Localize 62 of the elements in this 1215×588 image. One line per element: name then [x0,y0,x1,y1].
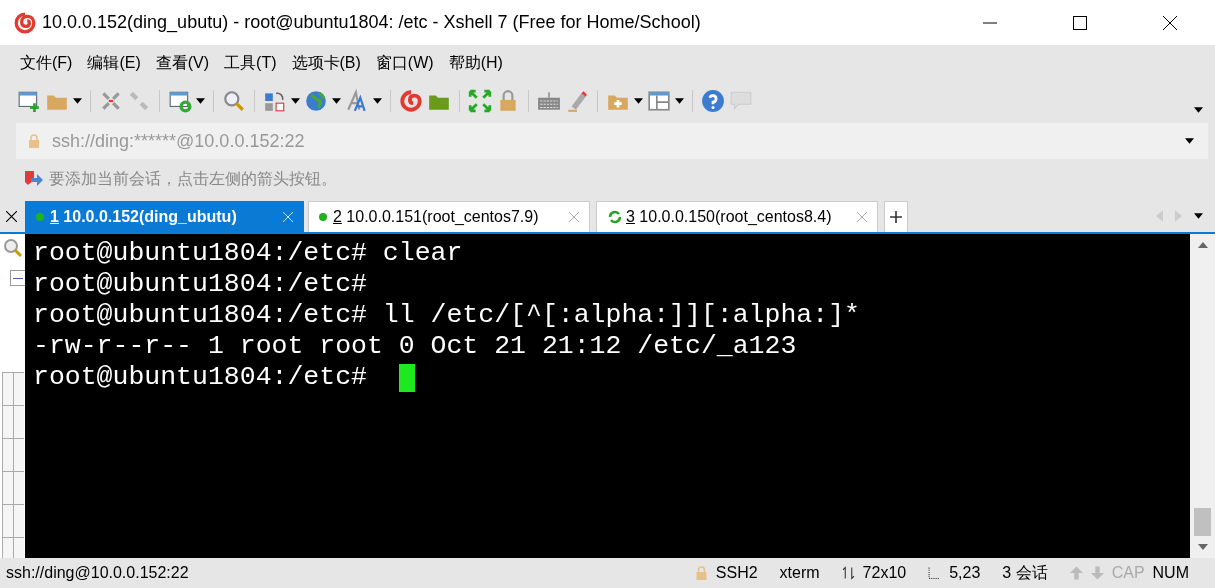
spiral-icon[interactable] [399,89,423,113]
cursor-position: 5,23 [949,564,981,582]
caret-icon[interactable] [73,98,82,104]
plus-icon [890,211,902,223]
protocol-label: SSH2 [715,564,758,582]
search-icon[interactable] [222,89,246,113]
caret-icon[interactable] [291,98,300,104]
hint-text: 要添加当前会话，点击左侧的箭头按钮。 [49,168,337,189]
fullscreen-icon[interactable] [468,89,492,113]
menu-item[interactable]: 选项卡(B) [291,52,361,74]
window-title: 10.0.0.152(ding_ubutu) - root@ubuntu1804: /etc - Xshell 7 (Free for Home/School) [42,12,702,33]
terminal-size: 72x10 [862,564,907,582]
add-session-arrow-icon[interactable] [23,169,43,189]
menu-item[interactable]: 工具(T) [224,52,277,74]
status-dot-icon [36,213,44,221]
menu-item[interactable]: 帮助(H) [448,52,503,74]
lock-icon [694,566,708,580]
keyboard-icon[interactable] [537,89,561,113]
session-tab[interactable]: 1 10.0.0.152(ding_ubutu) [25,201,304,232]
terminal-line: root@ubuntu1804:/etc# [33,362,368,393]
highlighter-icon[interactable] [565,89,589,113]
status-dot-icon [319,213,327,221]
refresh-icon [607,209,623,225]
terminal-line: root@ubuntu1804:/etc# ll /etc/[^[:alpha:]][:alpha:]* [33,300,860,331]
key-indicator: NUM [1152,564,1189,582]
session-tab[interactable]: 3 10.0.0.150(root_centos8.4) [596,201,878,232]
terminal-line: root@ubuntu1804:/etc# clear [33,238,463,269]
menu-item[interactable]: 查看(V) [155,52,210,74]
session-tab[interactable]: 2 10.0.0.151(root_centos7.9) [308,201,590,232]
caret-icon[interactable] [1185,138,1194,144]
resize-icon [841,566,855,580]
settings-icon[interactable] [168,89,192,113]
disconnect-icon[interactable] [99,89,123,113]
connection-address: ssh://ding@10.0.0.152:22 [6,564,189,582]
caret-icon[interactable] [634,98,643,104]
help-icon[interactable] [701,89,725,113]
scroll-up-icon[interactable] [1197,242,1208,248]
menu-item[interactable]: 窗口(W) [375,52,434,74]
menu-item[interactable]: 编辑(E) [87,52,141,74]
terminal-line: -rw-r--r-- 1 root root 0 Oct 21 21:12 /etc/_a123 [33,331,797,362]
session-count: 3 会话 [1002,562,1048,583]
close-icon[interactable] [6,211,17,222]
terminal-type: xterm [779,564,820,582]
scroll-down-icon[interactable] [1197,544,1208,550]
caret-icon[interactable] [373,98,382,104]
app-logo-icon [14,11,36,34]
terminal-line: root@ubuntu1804:/etc# [33,269,367,300]
key-indicator: CAP [1111,564,1145,582]
caret-icon[interactable] [675,98,684,104]
caret-icon[interactable] [1194,107,1203,113]
caret-icon[interactable] [1194,213,1203,219]
new-window-icon[interactable] [17,89,41,113]
caret-icon[interactable] [332,98,341,104]
scrollbar-thumb[interactable] [1194,508,1211,536]
new-tab-button[interactable] [884,201,908,232]
collapse-button[interactable] [9,270,26,286]
cursor-position-icon [928,566,942,580]
transfer-icon[interactable] [263,89,287,113]
caret-icon[interactable] [196,98,205,104]
search-icon[interactable] [2,238,23,258]
menu-item[interactable]: 文件(F) [20,52,73,74]
lock-icon [28,134,40,148]
